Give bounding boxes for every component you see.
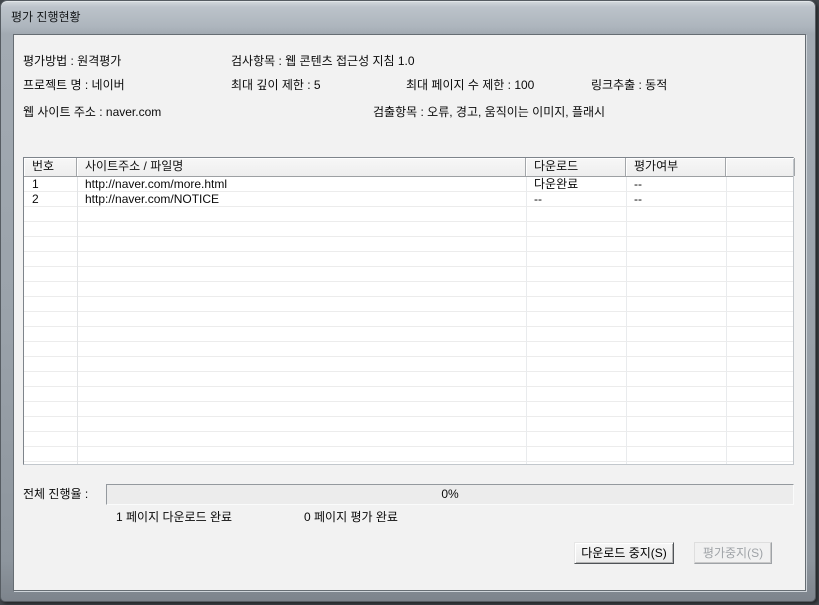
table-cell: -- xyxy=(526,192,626,207)
table-cell xyxy=(726,192,795,207)
field-site-address: 웹 사이트 주소 : naver.com xyxy=(23,105,161,120)
progress-label: 전체 진행율 : xyxy=(23,487,88,502)
table-body[interactable]: 1http://naver.com/more.html다운완료--2http:/… xyxy=(24,177,793,464)
column-header[interactable]: 평가여부 xyxy=(626,158,726,176)
table-cell: http://naver.com/NOTICE xyxy=(77,192,526,207)
table-cell: http://naver.com/more.html xyxy=(77,177,526,192)
title-bar[interactable]: 평가 진행현황 xyxy=(1,1,815,34)
column-header[interactable]: 사이트주소 / 파일명 xyxy=(77,158,526,176)
table-cell: 다운완료 xyxy=(526,177,626,192)
table-row[interactable]: 1http://naver.com/more.html다운완료-- xyxy=(24,177,793,192)
field-link-extraction: 링크추출 : 동적 xyxy=(591,78,667,93)
stop-evaluation-button: 평가중지(S) xyxy=(694,542,772,564)
column-header[interactable]: 번호 xyxy=(24,158,77,176)
table-row[interactable]: 2http://naver.com/NOTICE---- xyxy=(24,192,793,207)
field-inspection-item: 검사항목 : 웹 콘텐츠 접근성 지침 1.0 xyxy=(231,54,415,69)
table-cell: -- xyxy=(626,177,726,192)
table-cell xyxy=(726,177,795,192)
field-evaluation-method: 평가방법 : 원격평가 xyxy=(23,54,121,69)
dialog-client-area: 평가방법 : 원격평가 검사항목 : 웹 콘텐츠 접근성 지침 1.0 프로젝트… xyxy=(13,34,806,591)
table-cell: 2 xyxy=(24,192,77,207)
status-pages-evaluated: 0 페이지 평가 완료 xyxy=(304,510,398,525)
field-max-pages: 최대 페이지 수 제한 : 100 xyxy=(406,78,534,93)
overall-progress-bar: 0% xyxy=(106,484,794,505)
progress-percent: 0% xyxy=(441,487,458,501)
window-title: 평가 진행현황 xyxy=(11,10,81,25)
dialog-window: 평가 진행현황 평가방법 : 원격평가 검사항목 : 웹 콘텐츠 접근성 지침 … xyxy=(0,0,816,602)
table-cell: 1 xyxy=(24,177,77,192)
field-max-depth: 최대 깊이 제한 : 5 xyxy=(231,78,321,93)
column-header[interactable] xyxy=(726,158,795,176)
field-detection-items: 검출항목 : 오류, 경고, 움직이는 이미지, 플래시 xyxy=(373,105,605,120)
status-pages-downloaded: 1 페이지 다운로드 완료 xyxy=(116,510,232,525)
table-cell: -- xyxy=(626,192,726,207)
column-header[interactable]: 다운로드 xyxy=(526,158,626,176)
table-header: 번호사이트주소 / 파일명다운로드평가여부 xyxy=(24,158,793,177)
pages-list: 번호사이트주소 / 파일명다운로드평가여부 1http://naver.com/… xyxy=(23,157,794,465)
field-project-name: 프로젝트 명 : 네이버 xyxy=(23,78,125,93)
stop-download-button[interactable]: 다운로드 중지(S) xyxy=(574,542,674,564)
